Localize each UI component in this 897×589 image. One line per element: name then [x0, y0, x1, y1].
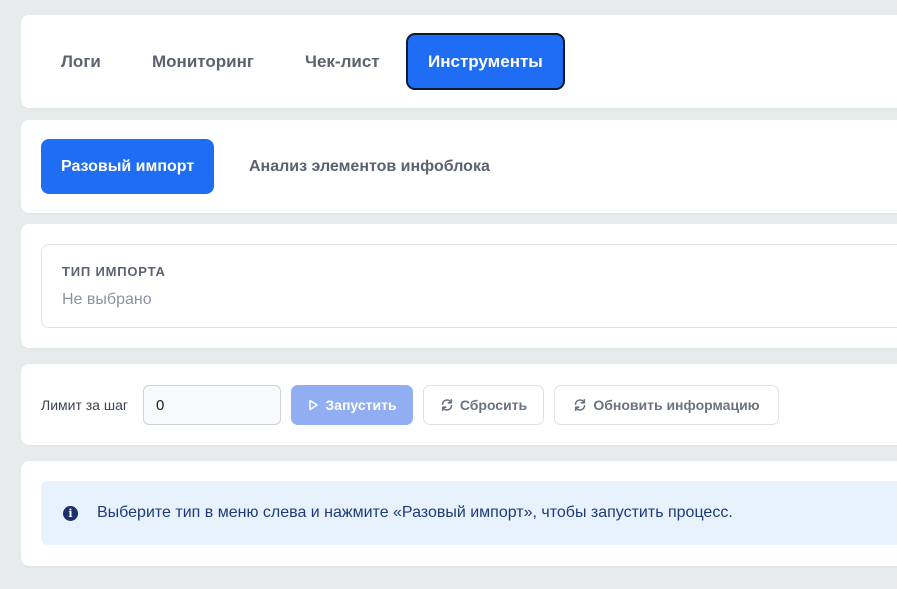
import-type-select[interactable]: Тип импорта Не выбрано [41, 244, 897, 328]
main-tabs-panel: Логи Мониторинг Чек-лист Инструменты [21, 15, 897, 108]
limit-label: Лимит за шаг [41, 397, 128, 413]
play-icon [307, 399, 319, 411]
limit-input[interactable] [143, 385, 281, 425]
info-icon: i [63, 506, 78, 521]
reset-button-label: Сбросить [459, 397, 528, 413]
refresh-info-button[interactable]: Обновить информацию [554, 385, 779, 425]
run-button[interactable]: Запустить [291, 385, 413, 425]
import-type-value: Не выбрано [62, 291, 152, 308]
tab-monitoring[interactable]: Мониторинг [132, 33, 274, 90]
refresh-icon [573, 398, 587, 412]
info-panel: i Выберите тип в меню слева и нажмите «Р… [21, 461, 897, 566]
import-controls-panel: Лимит за шаг Запустить Сбросить Обновить… [21, 364, 897, 445]
tools-subtabs-panel: Разовый импорт Анализ элементов инфоблок… [21, 120, 897, 213]
subtab-iblock-analysis[interactable]: Анализ элементов инфоблока [229, 139, 510, 194]
refresh-icon [440, 398, 454, 412]
run-button-label: Запустить [325, 397, 397, 413]
reset-button[interactable]: Сбросить [423, 385, 544, 425]
tab-checklist[interactable]: Чек-лист [285, 33, 400, 90]
info-alert: i Выберите тип в меню слева и нажмите «Р… [41, 481, 897, 545]
import-type-label: Тип импорта [62, 264, 166, 279]
refresh-info-button-label: Обновить информацию [593, 397, 760, 413]
info-message: Выберите тип в меню слева и нажмите «Раз… [97, 504, 733, 521]
subtab-one-time-import[interactable]: Разовый импорт [41, 139, 215, 194]
tab-logs[interactable]: Логи [41, 33, 121, 90]
import-type-panel: Тип импорта Не выбрано [21, 224, 897, 348]
tab-tools[interactable]: Инструменты [406, 33, 565, 90]
